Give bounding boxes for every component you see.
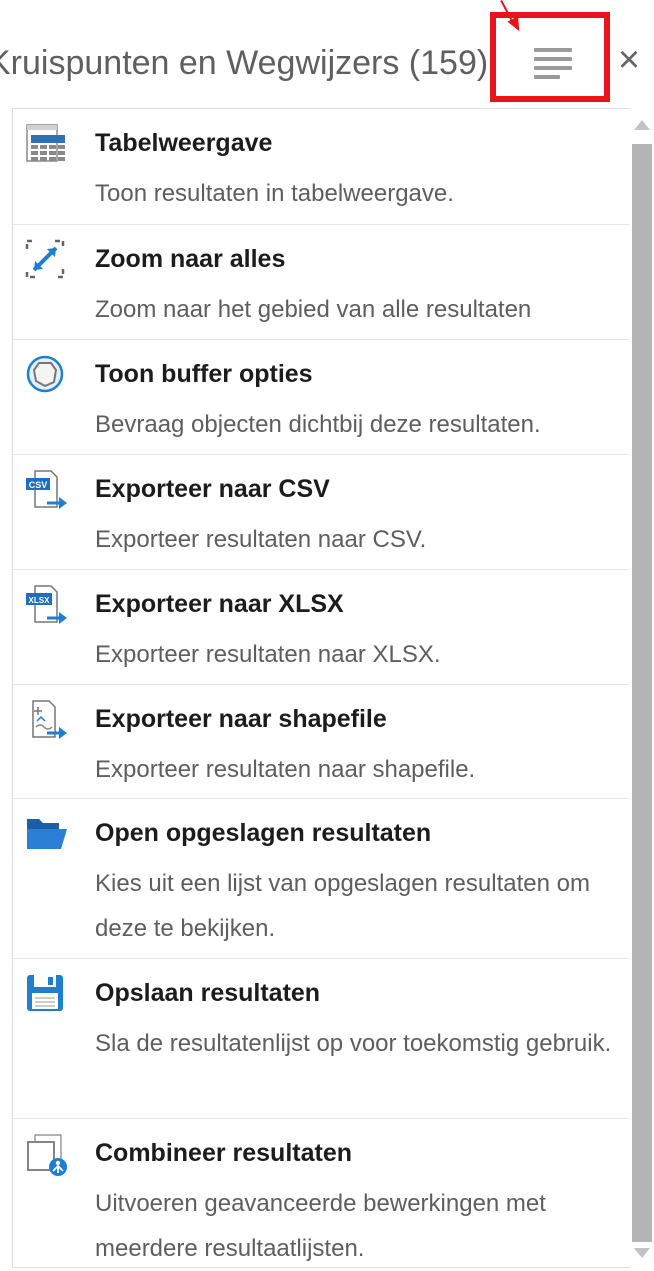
- menu-item-title: Toon buffer opties: [95, 360, 313, 388]
- export-xlsx-icon: XLSX: [25, 584, 67, 624]
- menu-item-description: Sla de resultatenlijst op voor toekomsti…: [95, 1030, 612, 1057]
- scrollbar-thumb[interactable]: [632, 144, 652, 1242]
- hamburger-menu-button[interactable]: [522, 38, 580, 88]
- menu-item-export-xlsx[interactable]: XLSX Exporteer naar XLSX Exporteer resul…: [13, 570, 629, 685]
- menu-item-description: Bevraag objecten dichtbij deze resultate…: [95, 411, 541, 438]
- scroll-down-arrow-icon[interactable]: [634, 1248, 650, 1258]
- results-options-menu: Tabelweergave Toon resultaten in tabelwe…: [12, 108, 630, 1268]
- menu-item-title: Exporteer naar XLSX: [95, 590, 344, 618]
- csv-badge-label: CSV: [29, 480, 48, 490]
- menu-item-description: Exporteer resultaten naar XLSX.: [95, 641, 441, 668]
- menu-item-title: Zoom naar alles: [95, 245, 286, 273]
- menu-item-title: Exporteer naar shapefile: [95, 705, 387, 733]
- close-button[interactable]: ×: [612, 40, 646, 80]
- buffer-icon: [25, 354, 65, 394]
- menu-item-table-view[interactable]: Tabelweergave Toon resultaten in tabelwe…: [13, 109, 629, 225]
- folder-open-icon: [25, 813, 67, 853]
- menu-item-title: Open opgeslagen resultaten: [95, 819, 432, 847]
- export-shapefile-icon: [25, 699, 67, 739]
- menu-item-title: Tabelweergave: [95, 129, 273, 157]
- table-icon: [25, 123, 65, 163]
- menu-item-description: Kies uit een lijst van opgeslagen result…: [95, 870, 590, 942]
- save-icon: [25, 973, 65, 1013]
- menu-item-description: Zoom naar het gebied van alle resultaten: [95, 296, 532, 323]
- menu-item-title: Opslaan resultaten: [95, 979, 321, 1007]
- vertical-scrollbar[interactable]: [630, 108, 654, 1271]
- menu-item-combine-results[interactable]: Combineer resultaten Uitvoeren geavancee…: [13, 1119, 629, 1269]
- menu-item-buffer-options[interactable]: Toon buffer opties Bevraag objecten dich…: [13, 340, 629, 455]
- menu-item-description: Uitvoeren geavanceerde bewerkingen met m…: [95, 1190, 546, 1262]
- menu-item-title: Exporteer naar CSV: [95, 475, 330, 503]
- menu-item-title: Combineer resultaten: [95, 1139, 353, 1167]
- xlsx-badge-label: XLSX: [29, 596, 51, 605]
- combine-results-icon: [25, 1133, 67, 1176]
- menu-item-open-saved-results[interactable]: Open opgeslagen resultaten Kies uit een …: [13, 799, 629, 959]
- menu-item-save-results[interactable]: Opslaan resultaten Sla de resultatenlijs…: [13, 959, 629, 1119]
- menu-item-description: Exporteer resultaten naar shapefile.: [95, 756, 476, 783]
- menu-item-export-csv[interactable]: CSV Exporteer naar CSV Exporteer resulta…: [13, 455, 629, 570]
- scroll-up-arrow-icon[interactable]: [634, 120, 650, 130]
- export-csv-icon: CSV: [25, 469, 67, 509]
- panel-header: Kruispunten en Wegwijzers (159) ×: [0, 0, 654, 110]
- menu-item-export-shapefile[interactable]: Exporteer naar shapefile Exporteer resul…: [13, 685, 629, 799]
- menu-item-description: Exporteer resultaten naar CSV.: [95, 526, 427, 553]
- menu-item-description: Toon resultaten in tabelweergave.: [95, 180, 454, 207]
- panel-title: Kruispunten en Wegwijzers (159): [0, 44, 489, 82]
- menu-item-zoom-all[interactable]: Zoom naar alles Zoom naar het gebied van…: [13, 225, 629, 340]
- zoom-extent-icon: [25, 239, 65, 279]
